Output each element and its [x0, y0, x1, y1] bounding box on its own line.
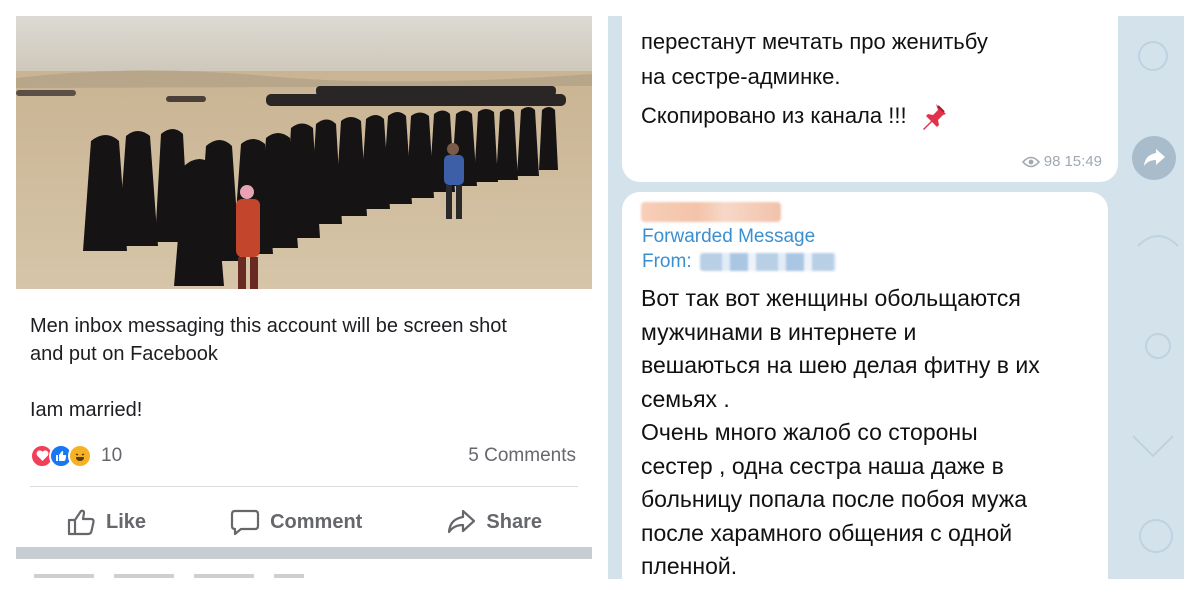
comment-button[interactable]: Comment — [230, 502, 362, 542]
divider — [30, 486, 578, 487]
pushpin-icon — [922, 103, 946, 130]
from-name-blurred — [699, 253, 836, 271]
message-1-text: перестанут мечтать про женитьбу на сестр… — [641, 29, 988, 89]
comment-label: Comment — [270, 510, 363, 533]
telegram-chat: перестанут мечтать про женитьбу на сестр… — [608, 16, 1184, 579]
copied-from-channel-text: Скопировано из канала !!! — [641, 103, 907, 128]
share-icon — [448, 509, 476, 534]
photo-crowd-illustration — [16, 16, 592, 289]
forwarded-message-label: Forwarded Message — [642, 226, 816, 247]
forwarded-from[interactable]: From: — [642, 251, 836, 273]
reaction-count: 10 — [101, 445, 123, 466]
haha-icon — [68, 444, 92, 468]
post-text-line1: Men inbox messaging this account will be… — [30, 315, 507, 365]
message-2-body: Вот так вот женщины обольщаются мужчинам… — [641, 285, 1040, 579]
post-photo[interactable] — [16, 16, 592, 289]
forward-arrow-icon — [1144, 149, 1165, 166]
message-1-meta: 98 15:49 — [1021, 153, 1102, 170]
like-label: Like — [106, 510, 147, 533]
views-count: 98 — [1043, 153, 1061, 170]
thumbs-up-icon — [67, 509, 95, 536]
sender-name-blurred — [641, 202, 781, 222]
comment-icon — [230, 509, 260, 536]
message-1-copy-line: Скопировано из канала !!! — [641, 98, 949, 133]
share-button[interactable]: Share — [446, 502, 542, 542]
feed-separator — [16, 547, 592, 559]
eye-icon — [1021, 156, 1040, 167]
forward-share-button[interactable] — [1132, 136, 1176, 180]
post-actions: Like Comment Share — [30, 502, 578, 542]
like-button[interactable]: Like — [66, 502, 146, 542]
share-label: Share — [486, 510, 542, 533]
post-text-line2: Iam married! — [30, 399, 143, 421]
post-text: Men inbox messaging this account will be… — [30, 312, 590, 424]
message-time: 15:49 — [1064, 153, 1102, 170]
reactions-summary[interactable]: 10 — [30, 444, 122, 468]
message-bubble-1[interactable]: перестанут мечтать про женитьбу на сестр… — [622, 16, 1118, 182]
facebook-post: Men inbox messaging this account will be… — [16, 16, 592, 578]
next-post-preview — [34, 574, 304, 578]
comments-count[interactable]: 5 Comments — [468, 445, 576, 467]
message-bubble-2[interactable]: Forwarded Message From: Вот так вот женщ… — [622, 192, 1108, 579]
from-label: From: — [642, 251, 692, 272]
